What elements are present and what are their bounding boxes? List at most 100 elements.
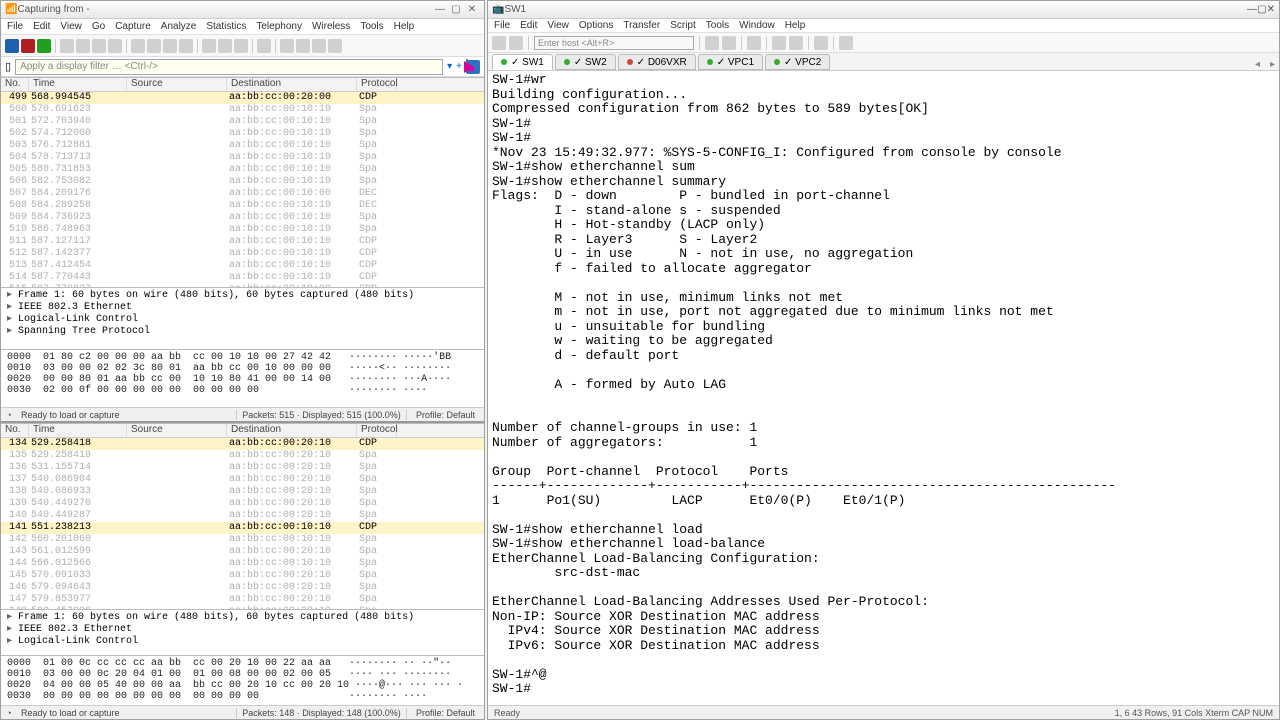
apply-filter-button[interactable] [466, 59, 468, 73]
packet-row[interactable]: 513587.412454aa:bb:cc:00:10:10CDP [1, 260, 484, 272]
menu-window[interactable]: Window [739, 20, 775, 31]
zoom-out-button[interactable] [296, 39, 310, 53]
packet-row[interactable]: 499568.994545aa:bb:cc:00:20:00CDP [1, 92, 484, 104]
menu-view[interactable]: View [547, 20, 569, 31]
tab-next-button[interactable]: ▸ [1266, 59, 1279, 70]
menu-file[interactable]: File [494, 20, 510, 31]
packet-row[interactable]: 143561.012599aa:bb:cc:00:20:10Spa [1, 546, 484, 558]
packet-row[interactable]: 512587.142377aa:bb:cc:00:10:10CDP [1, 248, 484, 260]
menu-edit[interactable]: Edit [33, 21, 50, 32]
securecrt-titlebar[interactable]: 📺 SW1 — ▢ ✕ [488, 1, 1279, 19]
expression-button[interactable]: ▾ [447, 61, 452, 72]
menu-help[interactable]: Help [785, 20, 806, 31]
open-button[interactable] [60, 39, 74, 53]
print-button[interactable] [747, 36, 761, 50]
goto-button[interactable] [179, 39, 193, 53]
detail-line[interactable]: Spanning Tree Protocol [7, 326, 478, 338]
restart-capture-button[interactable] [37, 39, 51, 53]
packet-row[interactable]: 506582.753082aa:bb:cc:00:10:10Spa [1, 176, 484, 188]
col-time[interactable]: Time [29, 78, 127, 91]
tab-sw1[interactable]: ✓ SW1 [492, 54, 553, 70]
col-no[interactable]: No. [1, 78, 29, 91]
status-profile[interactable]: Profile: Default [406, 410, 484, 420]
maximize-button[interactable]: ▢ [448, 4, 464, 15]
packet-row[interactable]: 134529.258418aa:bb:cc:00:20:10CDP [1, 438, 484, 450]
help-button[interactable] [814, 36, 828, 50]
packet-list-bottom[interactable]: No. Time Source Destination Protocol 134… [1, 423, 484, 609]
copy-button[interactable] [705, 36, 719, 50]
detail-line[interactable]: Frame 1: 60 bytes on wire (480 bits), 60… [7, 612, 478, 624]
maximize-button[interactable]: ▢ [1257, 4, 1266, 15]
menu-wireless[interactable]: Wireless [312, 21, 350, 32]
minimize-button[interactable]: — [1247, 4, 1257, 15]
toggle-button[interactable] [839, 36, 853, 50]
bookmark-icon[interactable]: ▯ [5, 60, 11, 73]
menu-tools[interactable]: Tools [706, 20, 729, 31]
zoom-reset-button[interactable] [312, 39, 326, 53]
packet-list-top[interactable]: No. Time Source Destination Protocol 499… [1, 77, 484, 287]
auto-scroll-button[interactable] [234, 39, 248, 53]
wireshark-titlebar[interactable]: 📶 Capturing from - — ▢ ✕ [1, 1, 484, 19]
save-button[interactable] [76, 39, 90, 53]
packet-row[interactable]: 138540.086933aa:bb:cc:00:20:10Spa [1, 486, 484, 498]
tab-d06vxr[interactable]: ✓ D06VXR [618, 54, 696, 70]
detail-line[interactable]: Frame 1: 60 bytes on wire (480 bits), 60… [7, 290, 478, 302]
packet-bytes-top[interactable]: 0000 01 80 c2 00 00 00 aa bb cc 00 10 10… [1, 349, 484, 407]
detail-line[interactable]: Logical-Link Control [7, 314, 478, 326]
packet-row[interactable]: 501572.703940aa:bb:cc:00:10:10Spa [1, 116, 484, 128]
packet-row[interactable]: 147579.853977aa:bb:cc:00:20:10Spa [1, 594, 484, 606]
packet-row[interactable]: 514587.770443aa:bb:cc:00:10:10CDP [1, 272, 484, 284]
expert-info-icon[interactable]: ◔ [1, 410, 17, 420]
close-button[interactable]: ✕ [464, 4, 480, 15]
packet-row[interactable]: 503576.712881aa:bb:cc:00:10:10Spa [1, 140, 484, 152]
menu-telephony[interactable]: Telephony [256, 21, 302, 32]
stop-capture-button[interactable] [21, 39, 35, 53]
menu-view[interactable]: View [60, 21, 82, 32]
reload-button[interactable] [108, 39, 122, 53]
host-input[interactable]: Enter host <Alt+R> [534, 36, 694, 50]
options-button[interactable] [772, 36, 786, 50]
packet-row[interactable]: 146579.094643aa:bb:cc:00:20:10Spa [1, 582, 484, 594]
col-proto[interactable]: Protocol [357, 78, 397, 91]
prev-button[interactable] [147, 39, 161, 53]
packet-bytes-bottom[interactable]: 0000 01 00 0c cc cc cc aa bb cc 00 20 10… [1, 655, 484, 705]
packet-row[interactable]: 510586.748963aa:bb:cc:00:10:10Spa [1, 224, 484, 236]
resize-cols-button[interactable] [328, 39, 342, 53]
menu-script[interactable]: Script [670, 20, 696, 31]
menu-edit[interactable]: Edit [520, 20, 537, 31]
last-button[interactable] [218, 39, 232, 53]
quick-connect-button[interactable] [509, 36, 523, 50]
start-capture-button[interactable] [5, 39, 19, 53]
tab-vpc2[interactable]: ✓ VPC2 [765, 54, 830, 70]
menu-file[interactable]: File [7, 21, 23, 32]
session-options-button[interactable] [789, 36, 803, 50]
tab-sw2[interactable]: ✓ SW2 [555, 54, 616, 70]
packet-row[interactable]: 508584.289258aa:bb:cc:00:10:10DEC [1, 200, 484, 212]
packet-row[interactable]: 136531.155714aa:bb:cc:00:20:10Spa [1, 462, 484, 474]
connect-button[interactable] [492, 36, 506, 50]
colorize-button[interactable] [257, 39, 271, 53]
packet-row[interactable]: 509584.736923aa:bb:cc:00:10:10Spa [1, 212, 484, 224]
packet-row[interactable]: 142560.201060aa:bb:cc:00:10:10Spa [1, 534, 484, 546]
packet-row[interactable]: 135529.258419aa:bb:cc:00:20:10Spa [1, 450, 484, 462]
tab-prev-button[interactable]: ◂ [1251, 59, 1264, 70]
find-button[interactable] [131, 39, 145, 53]
detail-line[interactable]: Logical-Link Control [7, 636, 478, 648]
menu-statistics[interactable]: Statistics [206, 21, 246, 32]
packet-row[interactable]: 141551.238213aa:bb:cc:00:10:10CDP [1, 522, 484, 534]
packet-row[interactable]: 502574.712000aa:bb:cc:00:10:10Spa [1, 128, 484, 140]
detail-line[interactable]: IEEE 802.3 Ethernet [7, 302, 478, 314]
menu-analyze[interactable]: Analyze [161, 21, 197, 32]
paste-button[interactable] [722, 36, 736, 50]
menu-capture[interactable]: Capture [115, 21, 151, 32]
packet-row[interactable]: 144566.012566aa:bb:cc:00:10:10Spa [1, 558, 484, 570]
first-button[interactable] [202, 39, 216, 53]
display-filter-input[interactable]: Apply a display filter … <Ctrl-/> [15, 59, 443, 75]
close-file-button[interactable] [92, 39, 106, 53]
tab-vpc1[interactable]: ✓ VPC1 [698, 54, 763, 70]
next-button[interactable] [163, 39, 177, 53]
zoom-in-button[interactable] [280, 39, 294, 53]
detail-line[interactable]: IEEE 802.3 Ethernet [7, 624, 478, 636]
packet-row[interactable]: 505580.731853aa:bb:cc:00:10:10Spa [1, 164, 484, 176]
minimize-button[interactable]: — [432, 4, 448, 15]
